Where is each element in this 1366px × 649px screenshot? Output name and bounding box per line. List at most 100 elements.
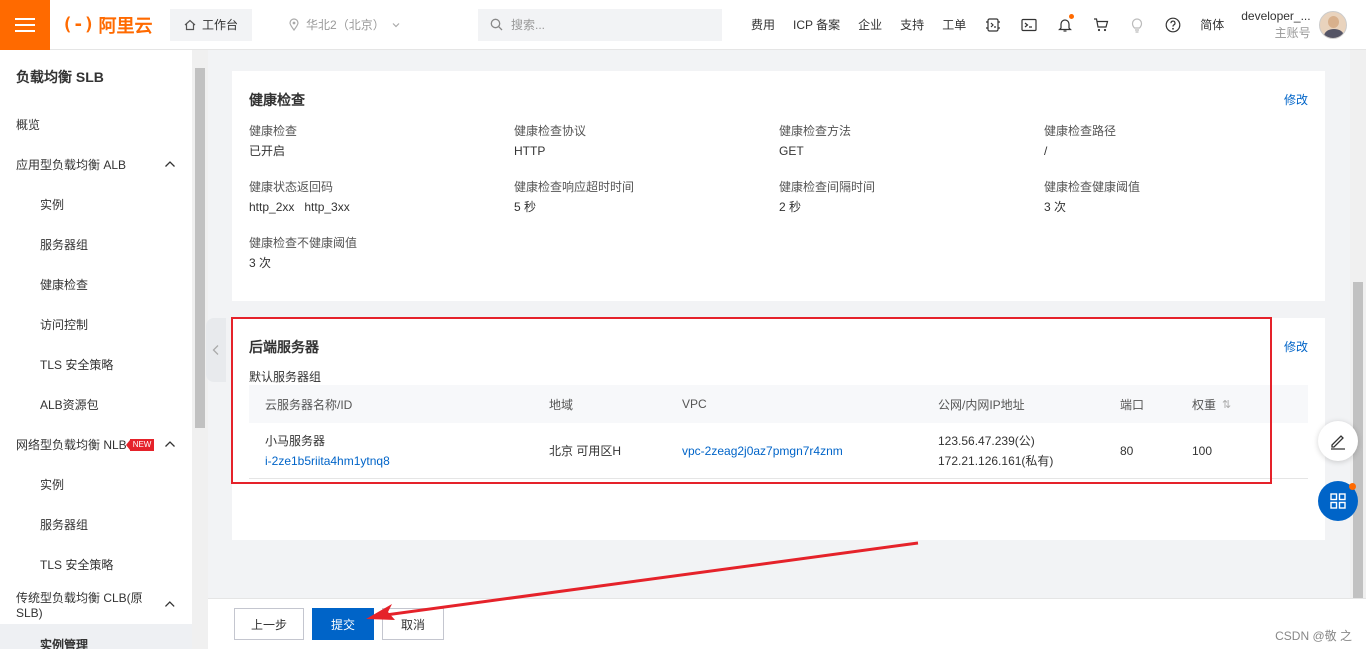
nav-icp[interactable]: ICP 备案 (784, 16, 849, 33)
field-label: 健康状态返回码 (249, 180, 334, 194)
sidebar-group-clb[interactable]: 传统型负载均衡 CLB(原SLB) (0, 584, 192, 624)
nav-ticket[interactable]: 工单 (933, 16, 975, 33)
field-label: 健康检查间隔时间 (779, 180, 876, 194)
field-path: 健康检查路径 / (1044, 122, 1294, 160)
sidebar-item-alb-server-group[interactable]: 服务器组 (0, 224, 192, 264)
sidebar-item-alb-instance[interactable]: 实例 (0, 184, 192, 224)
field-value: 已开启 (249, 144, 286, 158)
notification-dot (1069, 13, 1075, 19)
field-method: 健康检查方法 GET (779, 122, 1029, 160)
field-label: 健康检查方法 (779, 124, 852, 138)
language-switch[interactable]: 简体 (1191, 16, 1233, 33)
sidebar-group-nlb[interactable]: 网络型负载均衡 NLB NEW (0, 424, 192, 464)
sidebar-item-alb-tls-policy[interactable]: TLS 安全策略 (0, 344, 192, 384)
field-value: http_2xx http_3xx (249, 200, 350, 214)
avatar[interactable] (1318, 10, 1347, 39)
field-protocol: 健康检查协议 HTTP (514, 122, 764, 160)
field-timeout: 健康检查响应超时时间 5 秒 (514, 178, 764, 216)
field-value: 2 秒 (779, 200, 802, 214)
field-label: 健康检查路径 (1044, 124, 1117, 138)
field-value: HTTP (514, 144, 546, 158)
apps-button[interactable] (1318, 481, 1358, 521)
top-nav: 费用 ICP 备案 企业 支持 工单 简体 (742, 0, 1233, 50)
menu-icon[interactable] (0, 0, 50, 50)
submit-button[interactable]: 提交 (312, 608, 374, 640)
workbench-label: 工作台 (202, 18, 239, 32)
sidebar-item-clb-instance-management[interactable]: 实例管理 (0, 624, 192, 649)
user-menu[interactable]: developer_... 主账号 (1241, 8, 1347, 42)
region-selector[interactable]: 华北2（北京） (288, 16, 448, 33)
field-status-codes: 健康状态返回码 http_2xx http_3xx (249, 178, 499, 216)
sidebar-item-alb-health-check[interactable]: 健康检查 (0, 264, 192, 304)
sidebar-group-alb[interactable]: 应用型负载均衡 ALB (0, 144, 192, 184)
logo-mark: (-) (62, 14, 95, 35)
prev-step-button[interactable]: 上一步 (234, 608, 304, 640)
sidebar-group-label: 应用型负载均衡 ALB (16, 157, 127, 172)
field-label: 健康检查不健康阈值 (249, 236, 358, 250)
highlight-box (231, 317, 1272, 484)
pencil-icon (1331, 435, 1345, 450)
sidebar-item-alb-resource-pack[interactable]: ALB资源包 (0, 384, 192, 424)
watermark: CSDN @敬 之 (1275, 629, 1352, 643)
feedback-edit-button[interactable] (1318, 421, 1358, 461)
main-scrollbar[interactable] (1350, 50, 1366, 598)
field-value: 3 次 (249, 256, 272, 270)
section-title: 健康检查 (249, 92, 305, 108)
terminal-icon[interactable] (1011, 18, 1047, 32)
sidebar-group-label: 传统型负载均衡 CLB(原SLB) (16, 590, 143, 620)
sidebar-item-alb-access-control[interactable]: 访问控制 (0, 304, 192, 344)
sidebar-item-overview[interactable]: 概览 (0, 104, 192, 144)
home-icon (184, 19, 196, 30)
sidebar-item-nlb-instance[interactable]: 实例 (0, 464, 192, 504)
grid-icon (1330, 493, 1346, 509)
search-box[interactable] (478, 8, 723, 41)
chevron-up-icon (165, 441, 175, 447)
workbench-button[interactable]: 工作台 (170, 8, 253, 41)
bell-icon[interactable] (1047, 13, 1083, 33)
field-unhealthy-threshold: 健康检查不健康阈值 3 次 (249, 234, 499, 272)
sidebar-item-nlb-tls-policy[interactable]: TLS 安全策略 (0, 544, 192, 584)
field-value: GET (779, 144, 804, 158)
field-value: 3 次 (1044, 200, 1067, 214)
top-bar: (-) 阿里云 工作台 华北2（北京） 费用 ICP 备案 企业 支持 工单 (0, 0, 1366, 50)
cloud-shell-icon[interactable] (975, 17, 1011, 33)
field-health-check: 健康检查 已开启 (249, 122, 499, 160)
field-label: 健康检查响应超时时间 (514, 180, 635, 194)
chevron-down-icon (392, 22, 400, 27)
sidebar: 负载均衡 SLB 概览 应用型负载均衡 ALB 实例 服务器组 健康检查 访问控… (0, 50, 192, 649)
logo-text: 阿里云 (98, 15, 153, 36)
chevron-up-icon (165, 161, 175, 167)
nav-billing[interactable]: 费用 (742, 16, 784, 33)
sidebar-scroll-thumb[interactable] (195, 68, 205, 428)
location-icon (289, 18, 299, 31)
sidebar-title: 负载均衡 SLB (16, 69, 104, 85)
help-icon[interactable] (1155, 17, 1191, 33)
cancel-button[interactable]: 取消 (382, 608, 444, 640)
new-badge: NEW (125, 439, 155, 452)
user-info: developer_... 主账号 (1241, 8, 1310, 42)
edit-health-check-link[interactable]: 修改 (1284, 91, 1308, 108)
region-label: 华北2（北京） (306, 18, 385, 32)
edit-backend-servers-link[interactable]: 修改 (1284, 338, 1308, 355)
field-label: 健康检查 (249, 124, 298, 138)
sidebar-group-label-wrap: 网络型负载均衡 NLB NEW (16, 436, 155, 453)
field-value: / (1044, 144, 1048, 158)
field-interval: 健康检查间隔时间 2 秒 (779, 178, 1029, 216)
footer-bar: 上一步 提交 取消 CSDN @敬 之 (208, 598, 1366, 649)
sidebar-group-label: 网络型负载均衡 NLB (16, 437, 127, 452)
cart-icon[interactable] (1083, 17, 1119, 32)
field-label: 健康检查健康阈值 (1044, 180, 1141, 194)
sidebar-collapse-handle[interactable] (206, 318, 226, 382)
field-value: 5 秒 (514, 200, 537, 214)
lightbulb-icon[interactable] (1119, 17, 1155, 33)
user-name: developer_... (1241, 8, 1311, 23)
brand-logo[interactable]: (-) 阿里云 (62, 12, 162, 38)
search-icon (490, 18, 503, 31)
search-input[interactable] (511, 17, 692, 32)
sidebar-item-nlb-server-group[interactable]: 服务器组 (0, 504, 192, 544)
nav-enterprise[interactable]: 企业 (849, 16, 891, 33)
chevron-left-icon (212, 345, 219, 355)
chevron-up-icon (165, 601, 175, 607)
nav-support[interactable]: 支持 (891, 16, 933, 33)
health-check-card: 健康检查 修改 健康检查 已开启 健康检查协议 HTTP 健康检查方法 GET … (232, 71, 1325, 301)
